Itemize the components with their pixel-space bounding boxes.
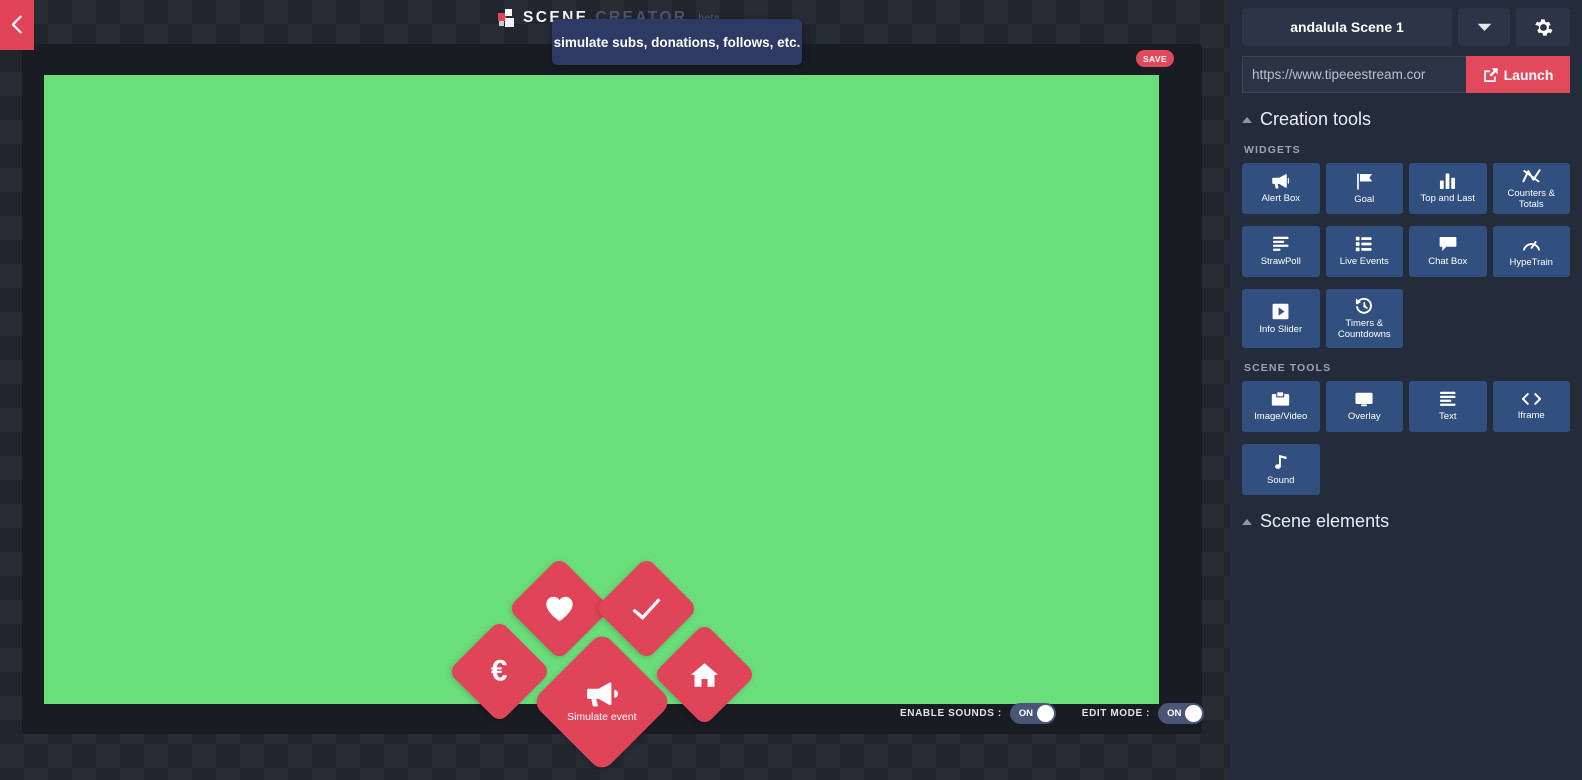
- scene-header: andalula Scene 1: [1242, 0, 1570, 46]
- widget-tile-timers-countdowns[interactable]: Timers & Countdowns: [1325, 289, 1403, 348]
- chevron-down-icon: [1477, 23, 1491, 31]
- widget-tile-top-and-last[interactable]: Top and Last: [1409, 163, 1487, 214]
- list-icon: [1356, 236, 1372, 252]
- clock-back-icon: [1356, 297, 1373, 314]
- edit-mode-control: EDIT MODE : ON: [1081, 703, 1205, 724]
- scene-tool-tile-text[interactable]: Text: [1409, 381, 1487, 432]
- play-box-icon: [1272, 303, 1289, 319]
- launch-button-label: Launch: [1503, 66, 1554, 83]
- widget-label: HypeTrain: [1509, 256, 1553, 268]
- scene-tool-tile-image-video[interactable]: Image/Video: [1242, 381, 1320, 432]
- home-icon: [691, 662, 719, 688]
- widget-label: Info Slider: [1259, 323, 1303, 335]
- flag-icon: [1356, 173, 1372, 190]
- scene-tools-heading: SCENE TOOLS: [1244, 362, 1332, 374]
- widget-label: Alert Box: [1261, 193, 1301, 204]
- save-button[interactable]: SAVE: [1136, 50, 1174, 67]
- launch-button[interactable]: Launch: [1466, 56, 1570, 93]
- widget-tile-counters-totals[interactable]: Counters & Totals: [1492, 163, 1570, 214]
- music-note-icon: [1275, 454, 1287, 469]
- scene-tools-grid: Image/Video Overlay Text Iframe Sound: [1242, 381, 1570, 495]
- image-icon: [1272, 391, 1290, 406]
- scene-dropdown-button[interactable]: [1458, 8, 1510, 46]
- line-chart-icon: [1522, 168, 1541, 182]
- widget-label: Live Events: [1339, 256, 1389, 267]
- scene-tool-tile-overlay[interactable]: Overlay: [1325, 381, 1403, 432]
- enable-sounds-toggle[interactable]: ON: [1009, 703, 1056, 724]
- widget-tile-live-events[interactable]: Live Events: [1325, 226, 1403, 277]
- widget-tile-strawpoll[interactable]: StrawPoll: [1242, 226, 1320, 277]
- creation-tools-section-header[interactable]: Creation tools: [1242, 109, 1570, 130]
- toggle-knob: [1036, 705, 1054, 722]
- code-icon: [1521, 393, 1541, 405]
- widget-label: StrawPoll: [1260, 256, 1301, 267]
- scene-tool-label: Sound: [1267, 474, 1295, 486]
- widget-tile-chat-box[interactable]: Chat Box: [1409, 226, 1487, 277]
- heart-icon: [546, 596, 574, 622]
- scene-tool-label: Text: [1439, 411, 1457, 422]
- euro-icon: €: [491, 654, 508, 688]
- caret-up-icon: [1242, 116, 1252, 123]
- gear-icon: [1534, 18, 1553, 36]
- chevron-left-icon: [11, 15, 22, 34]
- monitor-icon: [1355, 392, 1373, 406]
- edit-mode-toggle[interactable]: ON: [1158, 703, 1205, 724]
- creation-tools-title: Creation tools: [1260, 109, 1372, 129]
- scene-tool-tile-sound[interactable]: Sound: [1242, 444, 1320, 495]
- enable-sounds-control: ENABLE SOUNDS : ON: [900, 703, 1056, 724]
- widget-tile-alert-box[interactable]: Alert Box: [1242, 163, 1320, 214]
- poll-icon: [1272, 236, 1289, 251]
- scene-elements-title: Scene elements: [1260, 511, 1390, 531]
- logo-mark-icon: [498, 9, 516, 27]
- right-sidebar: andalula Scene 1 Launch Creation tools W…: [1230, 0, 1582, 780]
- widget-label: Top and Last: [1420, 193, 1475, 204]
- launch-url-row: Launch: [1242, 56, 1570, 93]
- widget-tile-info-slider[interactable]: Info Slider: [1242, 289, 1320, 348]
- gauge-icon: [1522, 240, 1540, 251]
- bottom-controls: ENABLE SOUNDS : ON EDIT MODE : ON: [900, 703, 1205, 724]
- simulate-event-cluster: € Simulate event: [447, 540, 757, 773]
- widgets-heading: WIDGETS: [1244, 144, 1301, 156]
- widget-label: Goal: [1354, 193, 1375, 205]
- enable-sounds-value: ON: [1018, 708, 1034, 719]
- chat-bubble-icon: [1439, 236, 1457, 252]
- scene-elements-section-header[interactable]: Scene elements: [1242, 511, 1570, 532]
- enable-sounds-label: ENABLE SOUNDS :: [900, 708, 1002, 719]
- widget-tile-hypetrain[interactable]: HypeTrain: [1492, 226, 1570, 277]
- megaphone-icon: [587, 682, 619, 707]
- scene-tool-label: Iframe: [1517, 410, 1545, 421]
- widget-tile-goal[interactable]: Goal: [1325, 163, 1403, 214]
- scene-name-selector[interactable]: andalula Scene 1: [1242, 8, 1452, 46]
- external-link-icon: [1483, 67, 1498, 82]
- caret-up-icon: [1242, 518, 1252, 525]
- widget-label: Chat Box: [1428, 256, 1468, 267]
- scene-tool-label: Image/Video: [1254, 411, 1308, 422]
- simulate-event-label: Simulate event: [567, 711, 637, 723]
- tooltip-text: simulate subs, donations, follows, etc.: [553, 34, 801, 50]
- scene-settings-button[interactable]: [1516, 8, 1570, 46]
- scene-tool-label: Overlay: [1347, 410, 1381, 422]
- edit-mode-label: EDIT MODE :: [1081, 708, 1151, 719]
- launch-url-input[interactable]: [1242, 56, 1466, 93]
- bar-chart-icon: [1440, 173, 1456, 189]
- widgets-grid: Alert Box Goal Top and Last Counters & T…: [1242, 163, 1570, 348]
- edit-mode-value: ON: [1167, 708, 1182, 719]
- text-lines-icon: [1439, 391, 1456, 406]
- simulate-host-button[interactable]: [652, 622, 757, 727]
- toggle-knob: [1185, 705, 1203, 722]
- back-button[interactable]: [0, 0, 34, 50]
- euro-glyph: €: [491, 654, 508, 688]
- simulate-tooltip: simulate subs, donations, follows, etc.: [552, 19, 802, 65]
- check-icon: [632, 597, 661, 621]
- megaphone-icon: [1272, 174, 1290, 189]
- scene-tool-tile-iframe[interactable]: Iframe: [1492, 381, 1570, 432]
- widget-label: Timers & Countdowns: [1337, 318, 1391, 340]
- widget-label: Counters & Totals: [1507, 187, 1556, 210]
- save-button-label: SAVE: [1142, 53, 1168, 64]
- scene-name-label: andalula Scene 1: [1290, 19, 1404, 35]
